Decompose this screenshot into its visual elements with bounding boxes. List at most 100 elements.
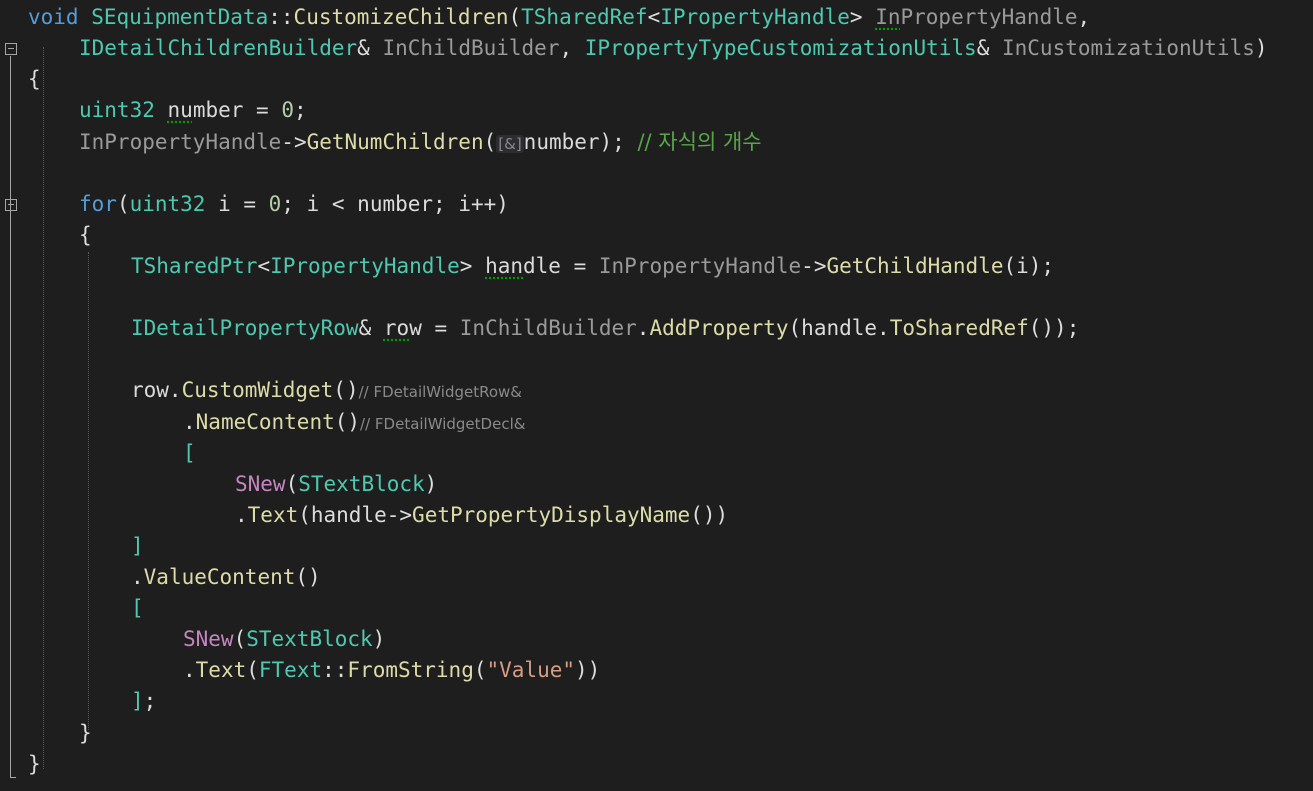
var-row-rest: w xyxy=(409,316,422,340)
semicolon: ; xyxy=(293,98,307,122)
code-line-13: SNew(STextBlock) xyxy=(235,469,437,500)
receiver: InPropertyHandle xyxy=(79,130,282,154)
paren-close: )) xyxy=(575,658,601,682)
code-line-14: .Text(handle->GetPropertyDisplayName()) xyxy=(235,500,728,531)
bracket-open: [ xyxy=(131,596,144,620)
arrow-operator: -> xyxy=(801,254,827,278)
indent-guide xyxy=(43,47,44,769)
macro-snew: SNew xyxy=(235,472,286,496)
number-literal: 0 xyxy=(268,192,282,216)
dot-operator: . xyxy=(183,658,196,682)
code-line-15: ] xyxy=(131,531,144,562)
paren: () xyxy=(334,410,361,434)
code-line-4: uint32 number = 0; xyxy=(79,95,307,126)
code-line-16: .ValueContent() xyxy=(131,562,321,593)
type-ipropertyhandle: IPropertyHandle xyxy=(660,5,850,29)
paren-close: ) xyxy=(424,472,438,496)
var-row-part: ro xyxy=(383,316,410,340)
function-call: Text xyxy=(195,658,247,682)
paren: () xyxy=(333,378,359,402)
inlay-hint: // FDetailWidgetRow& xyxy=(358,383,522,401)
receiver: InPropertyHandle xyxy=(598,254,802,278)
call-close: ()) xyxy=(690,503,729,527)
call-args: (handle xyxy=(298,503,387,527)
dot-operator: . xyxy=(131,565,144,589)
code-line-18: SNew(STextBlock) xyxy=(183,624,385,655)
type-idetailpropertyrow: IDetailPropertyRow xyxy=(131,316,359,340)
paren: ( xyxy=(116,192,130,216)
assign: = xyxy=(243,98,282,122)
fold-region-end xyxy=(10,777,16,778)
type-uint32: uint32 xyxy=(129,192,206,216)
angle-close: > xyxy=(849,5,863,29)
function-call: GetNumChildren xyxy=(306,130,484,154)
call-args: (i); xyxy=(1003,254,1055,278)
dot-operator: . xyxy=(636,316,650,340)
type-ftext: FText xyxy=(258,658,323,682)
code-editor[interactable]: void SEquipmentData::CustomizeChildren(T… xyxy=(0,0,1313,791)
function-call: NameContent xyxy=(195,410,335,434)
function-call: FromString xyxy=(347,658,474,682)
type-tsharedref: TSharedRef xyxy=(521,5,648,29)
fold-region-line xyxy=(10,56,11,778)
angle-close: > xyxy=(459,254,473,278)
paren: ( xyxy=(233,627,247,651)
code-line-20: ]; xyxy=(131,686,156,717)
function-call: ValueContent xyxy=(143,565,296,589)
indent-guide xyxy=(88,252,89,730)
fold-collapse-icon[interactable] xyxy=(5,43,17,55)
inlay-hint: // FDetailWidgetDecl& xyxy=(360,415,526,433)
paren-close: ) xyxy=(1254,36,1268,60)
receiver: InChildBuilder xyxy=(459,316,637,340)
bracket-close: ] xyxy=(131,689,144,713)
function-call: ToSharedRef xyxy=(889,316,1029,340)
var-handle-rest: dle xyxy=(523,254,561,278)
macro-snew: SNew xyxy=(183,627,234,651)
arrow-operator: -> xyxy=(281,130,307,154)
code-line-9: IDetailPropertyRow& row = InChildBuilder… xyxy=(131,313,1079,344)
keyword-void: void xyxy=(28,5,79,29)
var-handle-part: han xyxy=(485,254,523,278)
function-call: AddProperty xyxy=(649,316,789,340)
param-customizationutils: InCustomizationUtils xyxy=(989,36,1255,60)
type-stextblock: STextBlock xyxy=(246,627,373,651)
code-line-3: { xyxy=(28,64,41,95)
angle-open: < xyxy=(257,254,271,278)
editor-gutter xyxy=(0,0,26,791)
call-close: ()); xyxy=(1028,316,1080,340)
paren: ( xyxy=(473,658,487,682)
paren: ( xyxy=(246,658,259,682)
bracket-open: [ xyxy=(183,441,196,465)
fold-collapse-icon[interactable] xyxy=(5,199,17,211)
code-line-19: .Text(FText::FromString("Value")) xyxy=(183,655,600,686)
semicolon: ; xyxy=(143,689,157,713)
param-prefix: In xyxy=(875,5,901,29)
type-ipropertyhandle: IPropertyHandle xyxy=(270,254,460,278)
brace-close: } xyxy=(79,721,92,745)
function-call: CustomWidget xyxy=(181,378,334,402)
loop-condition: ; i < number; i++) xyxy=(281,192,509,216)
code-line-17: [ xyxy=(131,593,144,624)
type-uint32: uint32 xyxy=(79,98,155,122)
keyword-for: for xyxy=(79,192,117,216)
assign: = xyxy=(421,316,460,340)
scope-operator: :: xyxy=(322,658,348,682)
paren: ( xyxy=(285,472,299,496)
code-line-7: { xyxy=(79,220,92,251)
function-call: Text xyxy=(247,503,299,527)
dot-operator: . xyxy=(235,503,248,527)
code-line-12: [ xyxy=(183,438,196,469)
assign: = xyxy=(560,254,599,278)
angle-open: < xyxy=(647,5,661,29)
function-call: GetChildHandle xyxy=(826,254,1004,278)
code-line-11: .NameContent()// FDetailWidgetDecl& xyxy=(183,407,525,438)
scope-operator: :: xyxy=(268,5,294,29)
number-literal: 0 xyxy=(281,98,294,122)
type-stextblock: STextBlock xyxy=(298,472,425,496)
paren: ( xyxy=(508,5,522,29)
brace-close: } xyxy=(28,752,41,776)
